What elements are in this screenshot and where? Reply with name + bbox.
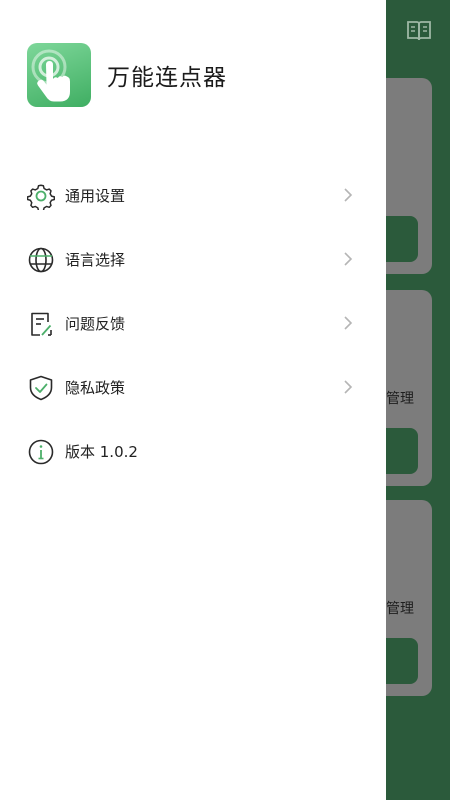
menu-item-label: 版本 1.0.2 (65, 443, 138, 461)
feedback-icon (31, 312, 52, 336)
globe-icon (28, 247, 54, 273)
chevron-right-icon (344, 188, 353, 202)
menu-item-privacy-policy[interactable]: 隐私政策 (0, 360, 386, 416)
tap-hand-icon (31, 49, 70, 102)
menu-item-language[interactable]: 语言选择 (0, 232, 386, 288)
menu-item-label: 语言选择 (65, 251, 126, 269)
book-icon[interactable] (406, 20, 432, 42)
chevron-right-icon (344, 252, 353, 266)
app-title: 万能连点器 (107, 65, 227, 91)
info-icon (28, 439, 54, 465)
menu-item-label: 通用设置 (65, 187, 126, 205)
gear-icon (27, 184, 55, 210)
menu-item-version[interactable]: 版本 1.0.2 (0, 424, 386, 480)
chevron-right-icon (344, 316, 353, 330)
app-logo (27, 43, 91, 107)
menu-item-label: 问题反馈 (65, 315, 126, 333)
background-card-label: 管理 (386, 391, 414, 407)
menu-item-label: 隐私政策 (65, 379, 126, 397)
chevron-right-icon (344, 380, 353, 394)
navigation-drawer: 万能连点器 通用设置 语言选择 问题反馈 隐私政策 版本 1.0.2 (0, 0, 386, 800)
menu-item-general-settings[interactable]: 通用设置 (0, 168, 386, 224)
menu-item-feedback[interactable]: 问题反馈 (0, 296, 386, 352)
background-card-label: 管理 (386, 601, 414, 617)
shield-check-icon (29, 375, 53, 401)
